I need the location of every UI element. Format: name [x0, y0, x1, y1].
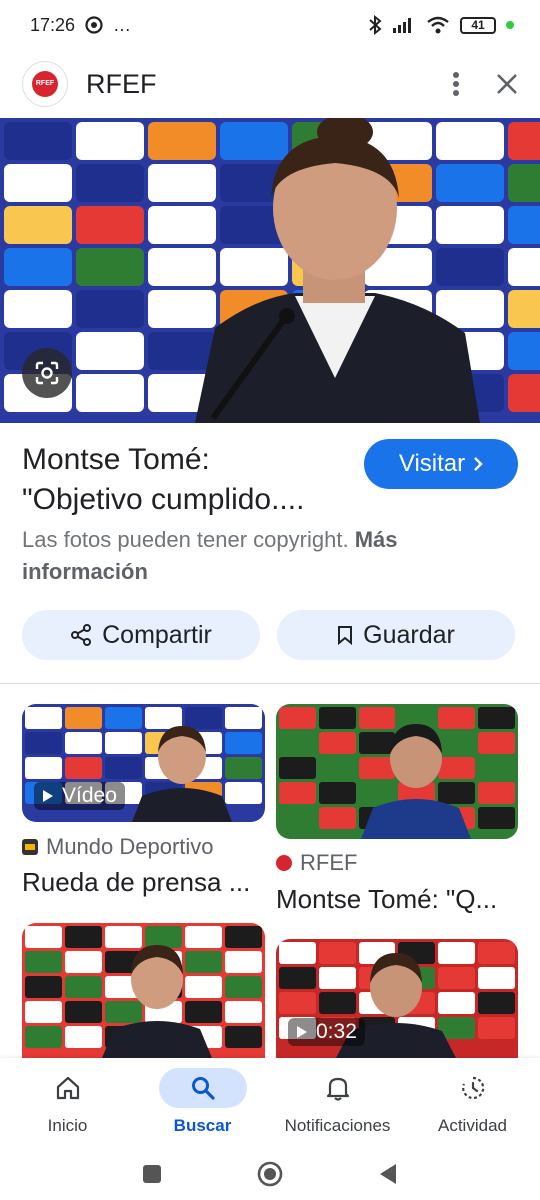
nav-activity-icon-wrap — [429, 1068, 517, 1108]
share-icon — [71, 624, 92, 646]
nav-search[interactable]: Buscar — [135, 1058, 270, 1148]
related-source: Mundo Deportivo — [22, 834, 214, 860]
nav-notifications-label: Notificaciones — [284, 1116, 391, 1135]
media-icon — [85, 16, 103, 34]
status-bar: 17:26 … 41 — [0, 0, 540, 50]
play-icon — [43, 790, 53, 802]
save-button[interactable]: Guardar — [277, 610, 515, 660]
home-button-icon[interactable] — [257, 1161, 283, 1187]
copyright-notice: Las fotos pueden tener copyright. Más in… — [22, 524, 502, 588]
visit-button[interactable]: Visitar — [364, 439, 518, 489]
home-icon — [56, 1076, 79, 1100]
rfef-favicon — [276, 855, 292, 871]
related-caption[interactable]: Montse Tomé: "Q... — [276, 884, 516, 915]
video-badge-label: Vídeo — [62, 784, 117, 807]
more-options-icon[interactable] — [452, 71, 460, 97]
signal-icon — [393, 18, 411, 33]
result-title: Montse Tomé: "Objetivo cumplido.... — [22, 440, 352, 520]
related-thumbnail[interactable]: 0:32 — [276, 939, 518, 1058]
more-notifications-icon: … — [113, 14, 132, 35]
nav-home-label: Inicio — [47, 1116, 88, 1135]
nav-activity[interactable]: Actividad — [405, 1058, 540, 1148]
chevron-right-icon — [474, 457, 483, 471]
system-navigation-bar — [0, 1148, 540, 1200]
site-logo[interactable]: RFEF — [22, 61, 68, 107]
related-thumbnail[interactable]: Vídeo — [22, 704, 265, 822]
mundo-deportivo-favicon — [22, 839, 38, 855]
save-label: Guardar — [363, 620, 455, 649]
video-duration-badge: 0:32 — [288, 1018, 365, 1046]
thumb-figure — [102, 945, 212, 1058]
lens-icon — [35, 361, 59, 385]
google-lens-button[interactable] — [22, 348, 72, 398]
site-name[interactable]: RFEF — [86, 69, 157, 100]
rfef-logo-icon: RFEF — [32, 71, 58, 97]
bell-icon — [326, 1077, 349, 1101]
close-icon[interactable] — [496, 73, 518, 95]
nav-home-icon-wrap — [24, 1068, 112, 1108]
share-label: Compartir — [102, 620, 212, 649]
section-divider — [0, 683, 540, 684]
copyright-text: Las fotos pueden tener copyright. — [22, 527, 349, 552]
privacy-indicator — [506, 21, 514, 29]
nav-search-icon-wrap — [158, 1068, 247, 1108]
bottom-navigation: Inicio Buscar Notificaciones Actividad — [0, 1058, 540, 1148]
speaker-figure — [195, 118, 480, 423]
title-line-1: Montse Tomé: — [22, 443, 210, 476]
related-caption[interactable]: Rueda de prensa ... — [22, 867, 265, 898]
related-thumbnail[interactable] — [276, 704, 518, 839]
title-line-2: "Objetivo cumplido.... — [22, 483, 305, 516]
source-name: RFEF — [300, 850, 358, 875]
back-icon[interactable] — [378, 1163, 398, 1185]
nav-activity-label: Actividad — [438, 1116, 507, 1135]
related-source: RFEF — [276, 850, 357, 876]
history-icon — [461, 1076, 484, 1100]
bluetooth-icon — [369, 15, 382, 35]
related-thumbnail[interactable] — [22, 923, 265, 1058]
thumb-figure — [132, 726, 232, 822]
video-duration: 0:32 — [316, 1020, 357, 1043]
play-icon — [297, 1026, 307, 1038]
bookmark-icon — [338, 626, 353, 645]
nav-home[interactable]: Inicio — [0, 1058, 135, 1148]
visit-label: Visitar — [398, 450, 466, 477]
clock: 17:26 — [30, 14, 76, 35]
nav-notifications-icon-wrap — [294, 1068, 382, 1108]
hero-image[interactable] — [0, 118, 540, 423]
search-icon — [191, 1077, 215, 1100]
battery-icon: 41 — [460, 16, 496, 34]
share-button[interactable]: Compartir — [22, 610, 260, 660]
video-badge: Vídeo — [34, 782, 125, 810]
recents-icon[interactable] — [142, 1164, 162, 1184]
source-name: Mundo Deportivo — [46, 834, 214, 859]
thumb-figure — [361, 724, 471, 839]
nav-notifications[interactable]: Notificaciones — [270, 1058, 405, 1148]
nav-search-label: Buscar — [173, 1116, 232, 1135]
image-viewer-header: RFEF RFEF — [0, 56, 540, 112]
wifi-icon — [427, 16, 449, 34]
